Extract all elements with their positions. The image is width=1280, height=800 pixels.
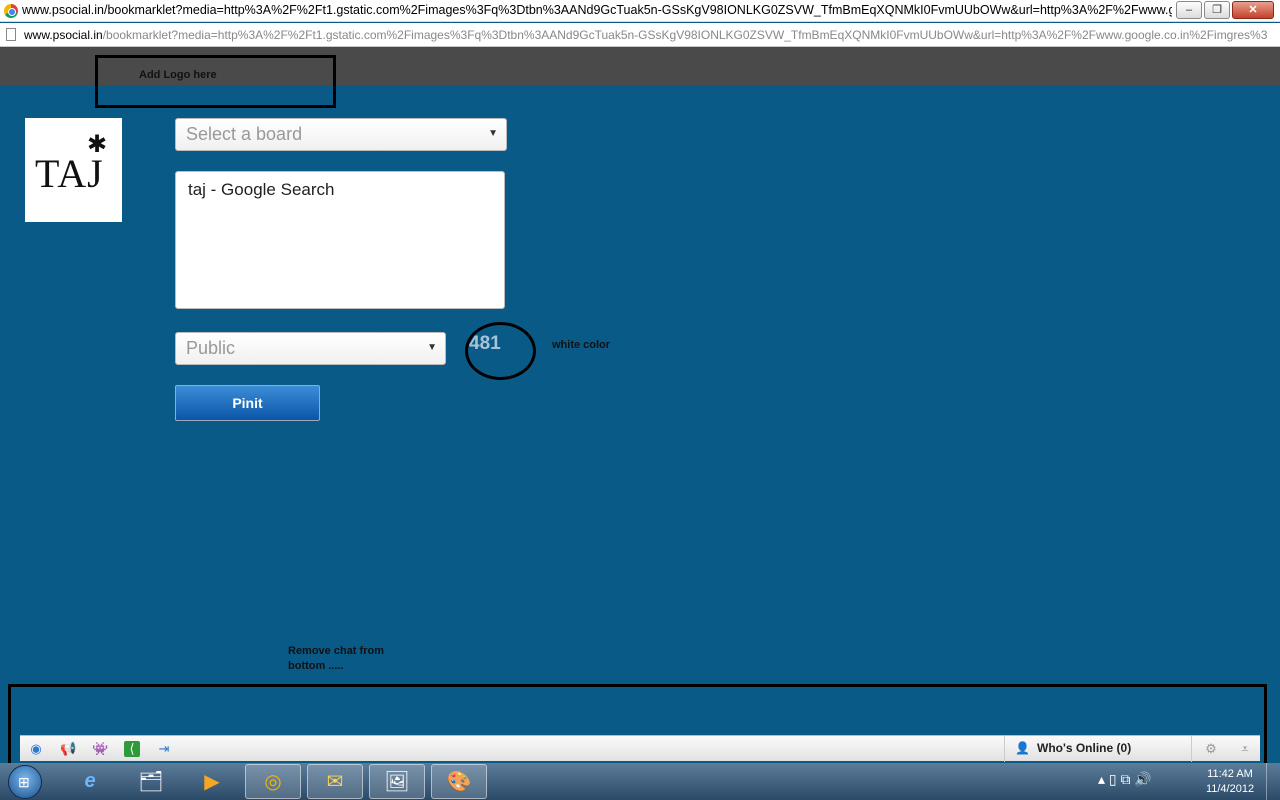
window-title: www.psocial.in/bookmarklet?media=http%3A…	[22, 3, 1172, 17]
share-icon[interactable]: ⟨	[124, 741, 140, 757]
restore-button[interactable]: ❐	[1204, 1, 1230, 19]
pinit-button[interactable]: Pinit	[175, 385, 320, 421]
invader-icon[interactable]: 👾	[92, 741, 108, 757]
taskbar-ie[interactable]: e	[62, 764, 118, 799]
chat-bar: ◉ 📢 👾 ⟨ ⇥ 👤 Who's Online (0) ⚙ ⩡	[20, 735, 1260, 762]
windows-icon: ⊞	[18, 774, 30, 790]
gear-icon[interactable]: ⚙	[1203, 741, 1219, 757]
taskbar-outlook[interactable]: ✉	[307, 764, 363, 799]
people-icon: 👤	[1015, 741, 1030, 755]
logo-annotation-box	[95, 55, 336, 108]
globe-icon[interactable]: ◉	[28, 741, 44, 757]
paint-icon: 🎨	[446, 771, 472, 793]
windows-taskbar: ⊞ e 🗂 ▶ ◎ ✉ 🖼 🎨 ▴ ▯ ⧉ 🔊 11:42 AM 11/4/20…	[0, 763, 1280, 800]
taj-logo-text: TAJ	[35, 151, 104, 196]
window-controls: – ❐ ✕	[1176, 1, 1274, 19]
url-text[interactable]: www.psocial.in/bookmarklet?media=http%3A…	[24, 28, 1268, 42]
url-host: www.psocial.in	[24, 28, 103, 42]
description-textarea[interactable]: taj - Google Search	[175, 171, 505, 309]
chevron-down-icon: ▼	[427, 342, 437, 353]
chrome-taskbar-icon: ◎	[264, 771, 282, 793]
chrome-icon	[4, 4, 18, 18]
megaphone-icon[interactable]: 📢	[60, 741, 76, 757]
window-titlebar: www.psocial.in/bookmarklet?media=http%3A…	[0, 0, 1280, 22]
whos-online-label: Who's Online (0)	[1037, 741, 1132, 755]
whos-online-button[interactable]: 👤 Who's Online (0)	[1004, 736, 1192, 762]
logo-annotation: Add Logo here	[139, 69, 217, 81]
mail-icon: ✉	[326, 771, 344, 793]
minimize-button[interactable]: –	[1176, 1, 1202, 19]
taskbar-chrome[interactable]: ◎	[245, 764, 301, 799]
start-button[interactable]: ⊞	[8, 765, 42, 799]
count-annotation-circle	[465, 322, 536, 380]
chevron-down-icon: ▼	[488, 128, 498, 139]
page-icon	[6, 28, 16, 41]
media-icon: ▶	[204, 771, 220, 793]
ie-icon: e	[84, 770, 96, 792]
picture-icon: 🖼	[384, 771, 410, 793]
board-select-label: Select a board	[186, 124, 303, 144]
close-button[interactable]: ✕	[1232, 1, 1274, 19]
folder-icon: 🗂	[138, 771, 164, 793]
pin-image: ✱ TAJ	[25, 118, 122, 222]
color-annotation: white color	[552, 339, 611, 351]
system-tray[interactable]: ▴ ▯ ⧉ 🔊	[1098, 771, 1152, 788]
taskbar-picture-viewer[interactable]: 🖼	[369, 764, 425, 799]
board-select[interactable]: Select a board ▼	[175, 118, 507, 151]
address-bar[interactable]: www.psocial.in/bookmarklet?media=http%3A…	[0, 23, 1280, 47]
collapse-icon[interactable]: ⩡	[1237, 741, 1253, 757]
visibility-select[interactable]: Public ▼	[175, 332, 446, 365]
taskbar-clock[interactable]: 11:42 AM 11/4/2012	[1198, 767, 1262, 797]
taskbar-explorer[interactable]: 🗂	[123, 764, 179, 799]
clock-time: 11:42 AM	[1207, 768, 1253, 780]
url-path: /bookmarklet?media=http%3A%2F%2Ft1.gstat…	[102, 28, 1268, 42]
clock-date: 11/4/2012	[1205, 783, 1255, 795]
login-icon[interactable]: ⇥	[156, 741, 172, 757]
show-desktop-button[interactable]	[1266, 763, 1280, 800]
taskbar-paint[interactable]: 🎨	[431, 764, 487, 799]
visibility-select-label: Public	[186, 338, 236, 358]
chat-annotation: Remove chat from bottom .....	[288, 645, 384, 672]
taskbar-media-player[interactable]: ▶	[184, 764, 240, 799]
